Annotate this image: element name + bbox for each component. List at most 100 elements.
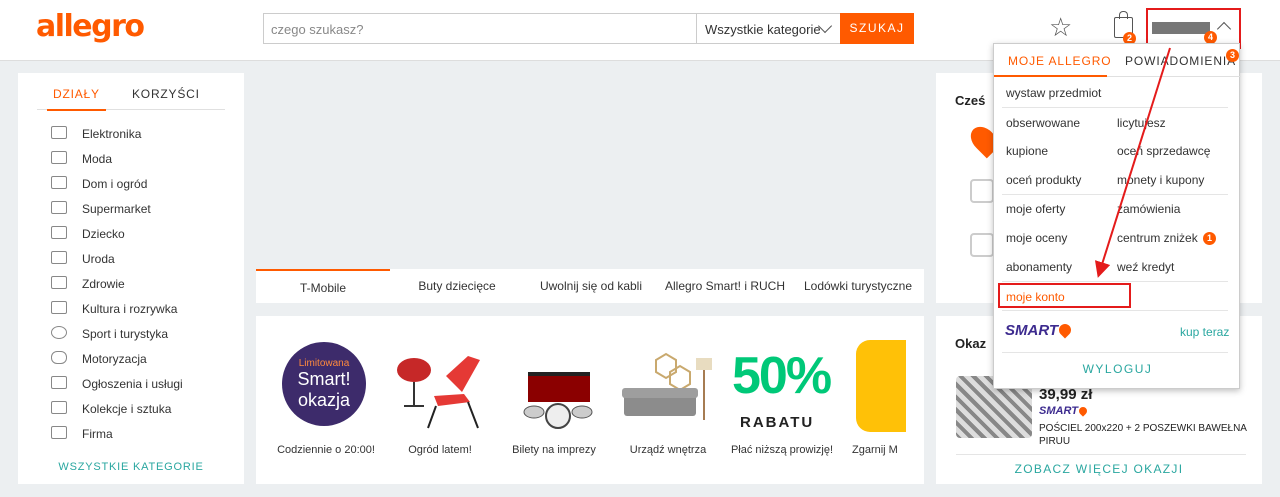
garden-chair-image	[397, 356, 480, 429]
divider	[956, 454, 1246, 455]
notifications-badge: 3	[1226, 49, 1239, 62]
category-item[interactable]: Dom i ogród	[48, 175, 228, 199]
category-label: Firma	[82, 427, 113, 441]
tile-caption: Płać niższą prowizję!	[730, 444, 834, 456]
logout-button[interactable]: WYLOGUJ	[994, 362, 1241, 376]
category-item[interactable]: Moda	[48, 150, 228, 174]
badge-line1: Smart!	[297, 369, 351, 389]
moje-oferty-link[interactable]: moje oferty	[1006, 202, 1065, 216]
category-tabs: DZIAŁY KORZYŚCI	[37, 87, 225, 111]
promo-tab[interactable]: T-Mobile	[256, 269, 390, 303]
categories-panel: DZIAŁY KORZYŚCI Elektronika Moda Dom i o…	[18, 73, 244, 484]
laptop-icon	[51, 126, 67, 139]
divider	[1002, 281, 1228, 282]
tile-caption: Bilety na imprezy	[512, 444, 596, 456]
badge-line2: okazja	[297, 390, 351, 410]
search-input[interactable]: czego szukasz?	[263, 13, 697, 44]
promo-tab[interactable]: Uwolnij się od kabli	[524, 269, 658, 303]
category-item[interactable]: Supermarket	[48, 200, 228, 224]
category-label: Sport i turystyka	[82, 327, 169, 341]
promo-tabs: T-Mobile Buty dziecięce Uwolnij się od k…	[256, 269, 924, 303]
baby-icon	[51, 226, 67, 239]
allegro-logo[interactable]: allegro	[36, 9, 145, 44]
centrum-znizek-badge: 1	[1203, 232, 1216, 245]
moje-oceny-link[interactable]: moje oceny	[1006, 231, 1067, 245]
category-select[interactable]: Wszystkie kategorie	[696, 13, 841, 44]
licytujesz-link[interactable]: licytujesz	[1117, 116, 1166, 130]
tile-caption: Codziennie o 20:00!	[277, 444, 375, 456]
category-label: Moda	[82, 152, 113, 166]
category-label: Motoryzacja	[82, 352, 147, 366]
tile-caption: Zgarnij M	[852, 444, 898, 456]
category-item[interactable]: Ogłoszenia i usługi	[48, 375, 228, 399]
category-item[interactable]: Motoryzacja	[48, 350, 228, 374]
search-button[interactable]: SZUKAJ	[840, 13, 914, 44]
star-icon[interactable]: ☆	[1049, 14, 1072, 40]
tab-powiadomienia[interactable]: POWIADOMIENIA	[1125, 54, 1236, 68]
category-label: Uroda	[82, 252, 115, 266]
more-deals-link[interactable]: ZOBACZ WIĘCEJ OKAZJI	[936, 462, 1262, 476]
tile-ogrod[interactable]: Ogród latem!	[384, 336, 496, 466]
centrum-znizek-link[interactable]: centrum zniżek	[1117, 231, 1198, 245]
obserwowane-link[interactable]: obserwowane	[1006, 116, 1080, 130]
annotation-highlight-moje-konto	[998, 283, 1131, 308]
category-item[interactable]: Firma	[48, 425, 228, 449]
kup-teraz-link[interactable]: kup teraz	[1180, 325, 1229, 339]
tile-urzadz[interactable]: Urządź wnętrza	[612, 336, 724, 466]
category-item[interactable]: Kultura i rozrywka	[48, 300, 228, 324]
rabatu-text: RABATU	[740, 414, 815, 431]
gift-icon	[970, 179, 994, 203]
dress-icon	[51, 151, 67, 164]
book-icon	[51, 301, 67, 314]
category-label: Zdrowie	[82, 277, 125, 291]
sofa-image	[622, 352, 712, 420]
newspaper-icon	[51, 376, 67, 389]
smart-drop-icon	[1077, 405, 1089, 417]
category-label: Kolekcje i sztuka	[82, 402, 172, 416]
tab-moje-allegro[interactable]: MOJE ALLEGRO	[1008, 54, 1112, 68]
promo-shape	[856, 340, 906, 432]
building-icon	[51, 426, 67, 439]
picture-frame-icon	[51, 401, 67, 414]
ocen-produkty-link[interactable]: oceń produkty	[1006, 173, 1081, 187]
category-label: Dom i ogród	[82, 177, 148, 191]
category-item[interactable]: Kolekcje i sztuka	[48, 400, 228, 424]
promo-tab[interactable]: Lodówki turystyczne	[792, 269, 924, 303]
tile-prowizja[interactable]: 50% RABATU Płać niższą prowizję!	[726, 336, 838, 466]
tab-korzysci[interactable]: KORZYŚCI	[132, 87, 200, 101]
car-icon	[51, 351, 67, 364]
all-categories-link[interactable]: WSZYSTKIE KATEGORIE	[18, 461, 244, 473]
main-banner[interactable]	[256, 73, 924, 269]
deal-description[interactable]: POŚCIEL 200x220 + 2 POSZEWKI BAWEŁNA PIR…	[1039, 422, 1253, 448]
wez-kredyt-link[interactable]: weź kredyt	[1117, 260, 1174, 274]
smart-okazja-badge: Limitowana Smart! okazja	[282, 342, 366, 426]
category-item[interactable]: Elektronika	[48, 125, 228, 149]
ocen-sprzedawce-link[interactable]: oceń sprzedawcę	[1117, 144, 1210, 158]
discount-text: 50%	[732, 347, 832, 405]
category-label: Ogłoszenia i usługi	[82, 377, 183, 391]
tab-dzialy[interactable]: DZIAŁY	[47, 87, 106, 111]
category-item[interactable]: Dziecko	[48, 225, 228, 249]
first-aid-icon	[51, 276, 67, 289]
monety-kupony-link[interactable]: monety i kupony	[1117, 173, 1204, 187]
category-label: Elektronika	[82, 127, 142, 141]
smart-logo[interactable]: SMART	[1005, 321, 1074, 339]
tile-caption: Urządź wnętrza	[629, 444, 707, 456]
divider	[1002, 107, 1228, 108]
category-label: Supermarket	[82, 202, 151, 216]
deals-title: Okaz	[955, 336, 987, 351]
divider	[1002, 194, 1228, 195]
tile-bilety[interactable]: Bilety na imprezy	[498, 336, 610, 466]
promo-tab[interactable]: Buty dziecięce	[390, 269, 524, 303]
category-item[interactable]: Zdrowie	[48, 275, 228, 299]
smart-logo-text: SMART	[1005, 322, 1059, 339]
category-item[interactable]: Uroda	[48, 250, 228, 274]
zamowienia-link[interactable]: zamówienia	[1117, 202, 1180, 216]
category-item[interactable]: Sport i turystyka	[48, 325, 228, 349]
wystaw-przedmiot-link[interactable]: wystaw przedmiot	[1006, 86, 1101, 100]
abonamenty-link[interactable]: abonamenty	[1006, 260, 1072, 274]
tile-zgarnij[interactable]: Zgarnij M	[840, 336, 906, 466]
kupione-link[interactable]: kupione	[1006, 144, 1048, 158]
promo-tab[interactable]: Allegro Smart! i RUCH	[658, 269, 792, 303]
tile-smart-okazja[interactable]: Limitowana Smart! okazja Codziennie o 20…	[270, 336, 382, 466]
